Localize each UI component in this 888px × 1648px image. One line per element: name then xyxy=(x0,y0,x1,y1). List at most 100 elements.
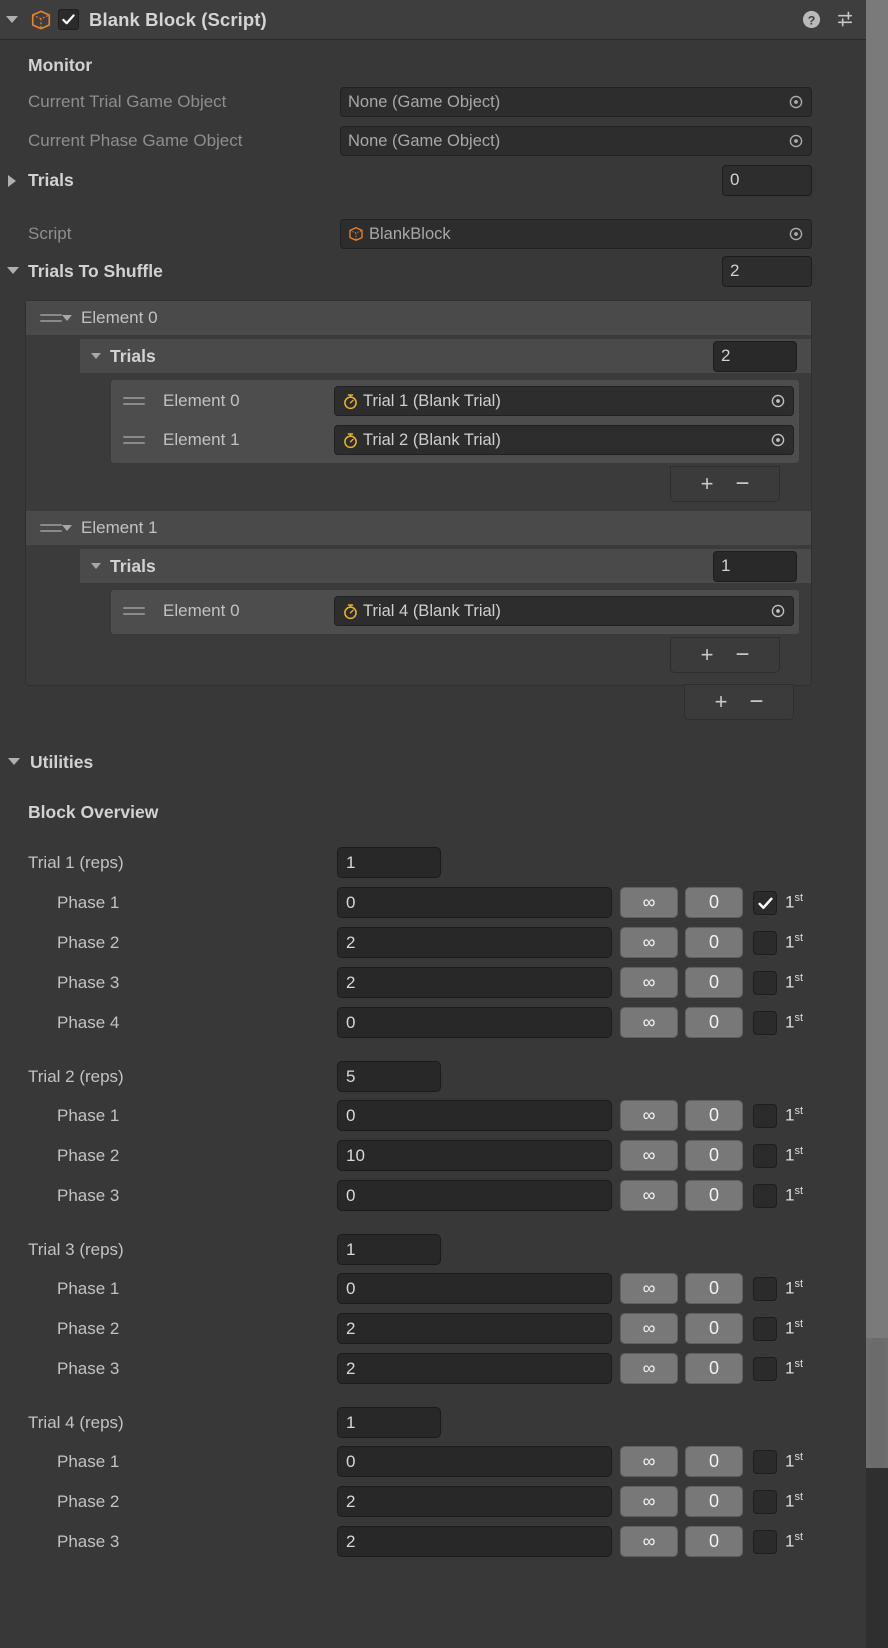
utilities-foldout-arrow[interactable] xyxy=(8,758,20,765)
object-picker-icon[interactable] xyxy=(783,133,809,149)
trial-3-phase-1-first-checkbox[interactable] xyxy=(753,1277,777,1301)
trial-3-phase-3-infinity-button[interactable]: ∞ xyxy=(620,1353,678,1384)
element-1-trials-size-field[interactable]: 1 xyxy=(713,550,797,582)
trial-1-phase-1-infinity-button[interactable]: ∞ xyxy=(620,887,678,918)
trial-4-phase-1-duration-field[interactable]: 0 xyxy=(337,1446,612,1477)
scrollbar-thumb-visible[interactable] xyxy=(870,1338,885,1468)
element-0-remove-button[interactable]: − xyxy=(735,472,749,496)
trial-1-phase-3-first-checkbox[interactable] xyxy=(753,971,777,995)
element-1-trials-foldout-arrow[interactable] xyxy=(91,563,101,569)
shuffle-element-1-header[interactable]: Element 1 xyxy=(26,511,811,545)
trial-1-phase-4-zero-button[interactable]: 0 xyxy=(685,1007,743,1038)
object-picker-icon[interactable] xyxy=(765,393,791,409)
trial-1-phase-3-zero-button[interactable]: 0 xyxy=(685,967,743,998)
trial-1-phase-3-duration-field[interactable]: 2 xyxy=(337,967,612,998)
trial-3-phase-2-infinity-button[interactable]: ∞ xyxy=(620,1313,678,1344)
drag-handle-icon[interactable] xyxy=(40,311,62,325)
trial-4-phase-2-infinity-button[interactable]: ∞ xyxy=(620,1486,678,1517)
trials-to-shuffle-remove-button[interactable]: − xyxy=(749,690,763,714)
trials-to-shuffle-row[interactable]: Trials To Shuffle 2 xyxy=(0,254,888,288)
element-0-item-0-object-field[interactable]: Trial 1 (Blank Trial) xyxy=(334,386,794,416)
current-phase-object-field[interactable]: None (Game Object) xyxy=(340,126,812,156)
trial-4-phase-2-first-checkbox[interactable] xyxy=(753,1490,777,1514)
element-0-add-button[interactable]: + xyxy=(701,473,714,495)
trial-2-phase-1-first-checkbox[interactable] xyxy=(753,1104,777,1128)
element-0-trials-header[interactable]: Trials 2 xyxy=(80,339,811,373)
component-foldout-arrow[interactable] xyxy=(6,16,18,23)
trial-1-phase-2-infinity-button[interactable]: ∞ xyxy=(620,927,678,958)
trial-1-reps-field[interactable]: 1 xyxy=(337,847,441,878)
element-1-add-button[interactable]: + xyxy=(701,644,714,666)
trial-1-phase-1-first-checkbox[interactable] xyxy=(753,891,777,915)
object-picker-icon[interactable] xyxy=(765,432,791,448)
trial-3-phase-1-zero-button[interactable]: 0 xyxy=(685,1273,743,1304)
utilities-section-header[interactable]: Utilities xyxy=(0,745,888,779)
element-1-remove-button[interactable]: − xyxy=(735,643,749,667)
trial-1-phase-3-infinity-button[interactable]: ∞ xyxy=(620,967,678,998)
trial-2-phase-1-zero-button[interactable]: 0 xyxy=(685,1100,743,1131)
trial-3-phase-1-infinity-button[interactable]: ∞ xyxy=(620,1273,678,1304)
element-1-trials-header[interactable]: Trials 1 xyxy=(80,549,811,583)
shuffle-element-1-foldout-arrow[interactable] xyxy=(62,525,72,531)
trial-4-phase-2-duration-field[interactable]: 2 xyxy=(337,1486,612,1517)
trials-to-shuffle-add-button[interactable]: + xyxy=(715,691,728,713)
trial-2-phase-3-duration-field[interactable]: 0 xyxy=(337,1180,612,1211)
trials-to-shuffle-size-field[interactable]: 2 xyxy=(722,255,812,287)
trial-4-phase-1-infinity-button[interactable]: ∞ xyxy=(620,1446,678,1477)
trial-3-phase-2-zero-button[interactable]: 0 xyxy=(685,1313,743,1344)
trial-2-phase-3-zero-button[interactable]: 0 xyxy=(685,1180,743,1211)
trial-3-phase-2-first-checkbox[interactable] xyxy=(753,1317,777,1341)
drag-handle-icon[interactable] xyxy=(123,604,145,618)
monitor-trials-size-field[interactable]: 0 xyxy=(722,164,812,196)
object-picker-icon[interactable] xyxy=(783,94,809,110)
preset-sliders-icon[interactable] xyxy=(836,9,857,30)
trial-3-phase-2-duration-field[interactable]: 2 xyxy=(337,1313,612,1344)
trial-2-reps-field[interactable]: 5 xyxy=(337,1061,441,1092)
trial-2-phase-3-infinity-button[interactable]: ∞ xyxy=(620,1180,678,1211)
trial-1-phase-2-first-checkbox[interactable] xyxy=(753,931,777,955)
trial-2-phase-3-first-checkbox[interactable] xyxy=(753,1184,777,1208)
component-enabled-checkbox[interactable] xyxy=(58,9,79,30)
trial-1-phase-4-first-checkbox[interactable] xyxy=(753,1011,777,1035)
current-trial-object-field[interactable]: None (Game Object) xyxy=(340,87,812,117)
trial-3-phase-3-first-checkbox[interactable] xyxy=(753,1357,777,1381)
trial-3-phase-3-duration-field[interactable]: 2 xyxy=(337,1353,612,1384)
element-0-item-1-object-field[interactable]: Trial 2 (Blank Trial) xyxy=(334,425,794,455)
trial-4-phase-1-zero-button[interactable]: 0 xyxy=(685,1446,743,1477)
trial-4-reps-field[interactable]: 1 xyxy=(337,1407,441,1438)
trial-3-reps-field[interactable]: 1 xyxy=(337,1234,441,1265)
element-0-trials-size-field[interactable]: 2 xyxy=(713,340,797,372)
drag-handle-icon[interactable] xyxy=(123,433,145,447)
monitor-trials-foldout-arrow[interactable] xyxy=(8,175,16,187)
monitor-trials-row[interactable]: Trials 0 xyxy=(0,164,888,196)
trial-2-phase-2-duration-field[interactable]: 10 xyxy=(337,1140,612,1171)
element-1-item-0-object-field[interactable]: Trial 4 (Blank Trial) xyxy=(334,596,794,626)
trial-4-phase-3-duration-field[interactable]: 2 xyxy=(337,1526,612,1557)
trial-3-phase-1-duration-field[interactable]: 0 xyxy=(337,1273,612,1304)
object-picker-icon[interactable] xyxy=(783,226,809,242)
trial-1-phase-1-zero-button[interactable]: 0 xyxy=(685,887,743,918)
trial-4-phase-3-first-checkbox[interactable] xyxy=(753,1530,777,1554)
trial-1-phase-2-duration-field[interactable]: 2 xyxy=(337,927,612,958)
trial-3-phase-3-zero-button[interactable]: 0 xyxy=(685,1353,743,1384)
trial-2-phase-2-infinity-button[interactable]: ∞ xyxy=(620,1140,678,1171)
trial-1-phase-1-duration-field[interactable]: 0 xyxy=(337,887,612,918)
shuffle-element-0-header[interactable]: Element 0 xyxy=(26,301,811,335)
trial-2-phase-2-zero-button[interactable]: 0 xyxy=(685,1140,743,1171)
trial-4-phase-3-zero-button[interactable]: 0 xyxy=(685,1526,743,1557)
shuffle-element-0-foldout-arrow[interactable] xyxy=(62,315,72,321)
object-picker-icon[interactable] xyxy=(765,603,791,619)
trial-1-phase-4-infinity-button[interactable]: ∞ xyxy=(620,1007,678,1038)
trial-2-phase-1-infinity-button[interactable]: ∞ xyxy=(620,1100,678,1131)
trial-4-phase-2-zero-button[interactable]: 0 xyxy=(685,1486,743,1517)
scrollbar-track-lower[interactable] xyxy=(866,1468,888,1648)
drag-handle-icon[interactable] xyxy=(40,521,62,535)
component-header[interactable]: Blank Block (Script) ? xyxy=(0,0,888,40)
drag-handle-icon[interactable] xyxy=(123,394,145,408)
trial-4-phase-1-first-checkbox[interactable] xyxy=(753,1450,777,1474)
element-0-trials-foldout-arrow[interactable] xyxy=(91,353,101,359)
trial-1-phase-4-duration-field[interactable]: 0 xyxy=(337,1007,612,1038)
scrollbar-upper-region[interactable] xyxy=(866,0,888,1338)
help-icon[interactable]: ? xyxy=(801,9,822,30)
trial-2-phase-2-first-checkbox[interactable] xyxy=(753,1144,777,1168)
